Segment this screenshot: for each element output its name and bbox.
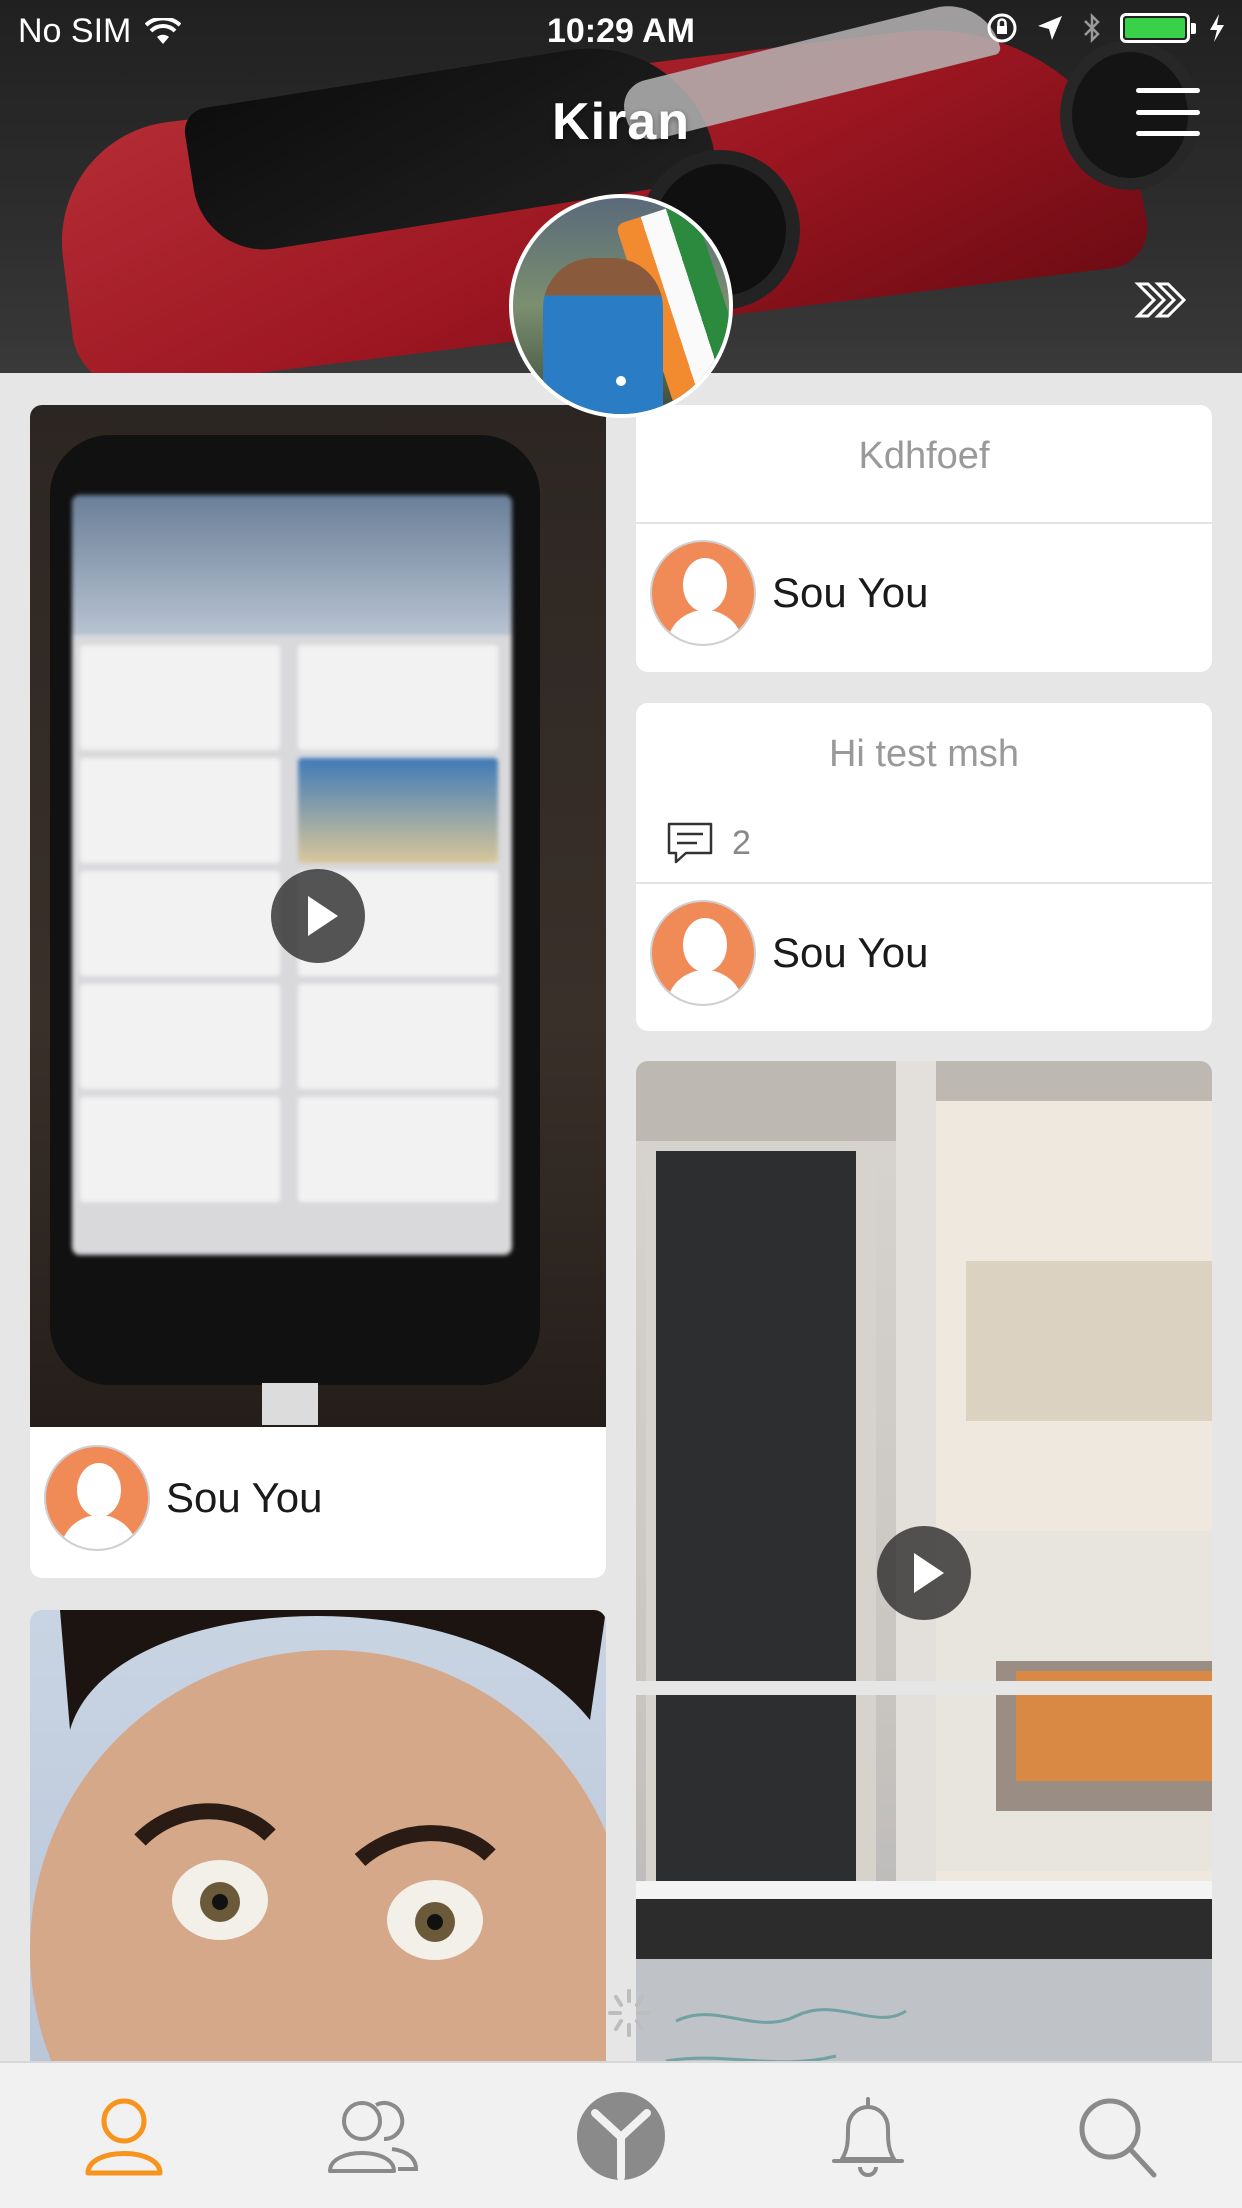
profile-title: Kiran <box>552 93 690 151</box>
video-post-card[interactable]: Sou You <box>30 405 606 1578</box>
search-icon[interactable] <box>1068 2091 1168 2181</box>
comment-count[interactable]: 2 <box>666 821 751 865</box>
location-arrow-icon <box>1038 16 1062 40</box>
post-author[interactable]: Sou You <box>636 540 1212 646</box>
divider <box>636 882 1212 884</box>
author-avatar[interactable] <box>650 900 756 1006</box>
play-icon[interactable] <box>877 1526 971 1620</box>
app-logo-icon[interactable] <box>571 2091 671 2181</box>
author-avatar[interactable] <box>44 1445 150 1551</box>
bell-icon[interactable] <box>818 2091 918 2181</box>
author-name: Sou You <box>772 929 929 976</box>
divider <box>636 522 1212 524</box>
charging-bolt-icon <box>1210 14 1224 42</box>
text-post-card[interactable]: Hi test msh 2 Sou You <box>636 703 1212 1031</box>
video-thumbnail[interactable] <box>30 405 606 1427</box>
profile-icon[interactable] <box>74 2091 174 2181</box>
comment-count-label: 2 <box>732 823 751 862</box>
video-post-card[interactable] <box>636 1061 1212 2061</box>
hamburger-menu-icon[interactable] <box>1136 88 1200 136</box>
author-avatar[interactable] <box>650 540 756 646</box>
status-bar: No SIM 10:29 AM <box>0 0 1242 62</box>
feed-grid: Sou You Kdhfoef Sou You Hi test msh 2 So… <box>0 373 1242 2061</box>
double-chevron-right-icon[interactable] <box>1132 278 1202 322</box>
text-post-card[interactable]: Kdhfoef Sou You <box>636 405 1212 672</box>
post-text: Hi test msh <box>828 733 1020 775</box>
video-thumbnail[interactable] <box>636 1061 1212 2061</box>
bluetooth-icon <box>1084 12 1100 44</box>
comment-icon <box>667 822 713 864</box>
rotation-lock-icon <box>987 13 1017 43</box>
battery-icon <box>1120 13 1196 43</box>
post-text: Kdhfoef <box>858 435 990 477</box>
author-name: Sou You <box>772 569 929 616</box>
post-author[interactable]: Sou You <box>636 900 1212 1006</box>
profile-avatar[interactable] <box>509 194 733 418</box>
loading-spinner-icon <box>608 1989 650 2037</box>
play-icon[interactable] <box>271 869 365 963</box>
author-name: Sou You <box>166 1474 323 1521</box>
friends-icon[interactable] <box>322 2091 422 2181</box>
photo-post-card[interactable] <box>30 1610 606 2061</box>
post-author[interactable]: Sou You <box>30 1445 606 1551</box>
post-photo[interactable] <box>30 1610 606 2061</box>
tab-bar <box>0 2061 1242 2208</box>
